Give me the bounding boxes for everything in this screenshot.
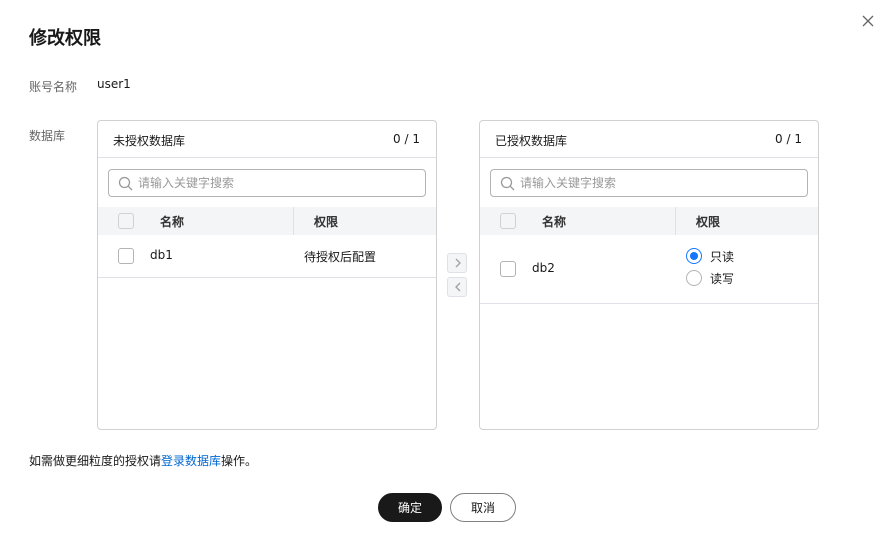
search-box[interactable] (108, 169, 426, 197)
radio-label-read-write: 读写 (710, 272, 735, 286)
table-header: 名称 权限 (480, 207, 818, 235)
confirm-button[interactable]: 确定 (378, 493, 442, 522)
hint-prefix: 如需做更细粒度的授权请 (29, 454, 162, 468)
dialog-title: 修改权限 (29, 28, 101, 49)
hint-text: 如需做更细粒度的授权请登录数据库操作。 (29, 452, 257, 469)
login-database-link[interactable]: 登录数据库 (161, 454, 221, 468)
unauthorized-db-panel: 未授权数据库 0 / 1 名称 权限 db1 待授权后配置 (97, 120, 437, 430)
select-all-checkbox[interactable] (118, 213, 134, 229)
move-right-button[interactable] (447, 253, 467, 273)
table-header: 名称 权限 (98, 207, 436, 235)
table-row[interactable]: db2 只读 读写 (480, 235, 818, 304)
select-all-checkbox[interactable] (500, 213, 516, 229)
cancel-button[interactable]: 取消 (450, 493, 516, 522)
permission-status: 待授权后配置 (304, 250, 377, 264)
radio-label-read-only: 只读 (710, 250, 735, 264)
db-name: db2 (532, 261, 555, 275)
table-row[interactable]: db1 待授权后配置 (98, 235, 436, 278)
database-label: 数据库 (29, 129, 66, 143)
hint-suffix: 操作。 (221, 454, 258, 468)
panel-title: 已授权数据库 (495, 134, 568, 148)
chevron-left-icon (455, 282, 461, 292)
column-header-permission: 权限 (314, 215, 339, 229)
search-box[interactable] (490, 169, 808, 197)
column-header-name: 名称 (160, 215, 185, 229)
radio-read-write[interactable] (686, 270, 702, 286)
authorized-db-panel: 已授权数据库 0 / 1 名称 权限 db2 只读 读写 (479, 120, 819, 430)
search-input[interactable] (520, 173, 800, 193)
search-icon (500, 176, 515, 191)
radio-read-only[interactable] (686, 248, 702, 264)
close-icon[interactable] (862, 12, 878, 28)
selection-count: 0 / 1 (775, 132, 802, 146)
panel-header: 未授权数据库 0 / 1 (98, 121, 436, 158)
panel-title: 未授权数据库 (113, 134, 186, 148)
row-checkbox[interactable] (118, 248, 134, 264)
column-header-permission: 权限 (696, 215, 721, 229)
search-input[interactable] (138, 173, 418, 193)
account-value: user1 (97, 77, 131, 91)
selection-count: 0 / 1 (393, 132, 420, 146)
column-divider (293, 207, 294, 235)
account-label: 账号名称 (29, 80, 78, 94)
panel-header: 已授权数据库 0 / 1 (480, 121, 818, 158)
column-header-name: 名称 (542, 215, 567, 229)
move-left-button[interactable] (447, 277, 467, 297)
column-divider (675, 207, 676, 235)
row-checkbox[interactable] (500, 261, 516, 277)
chevron-right-icon (455, 258, 461, 268)
search-icon (118, 176, 133, 191)
db-name: db1 (150, 248, 173, 262)
